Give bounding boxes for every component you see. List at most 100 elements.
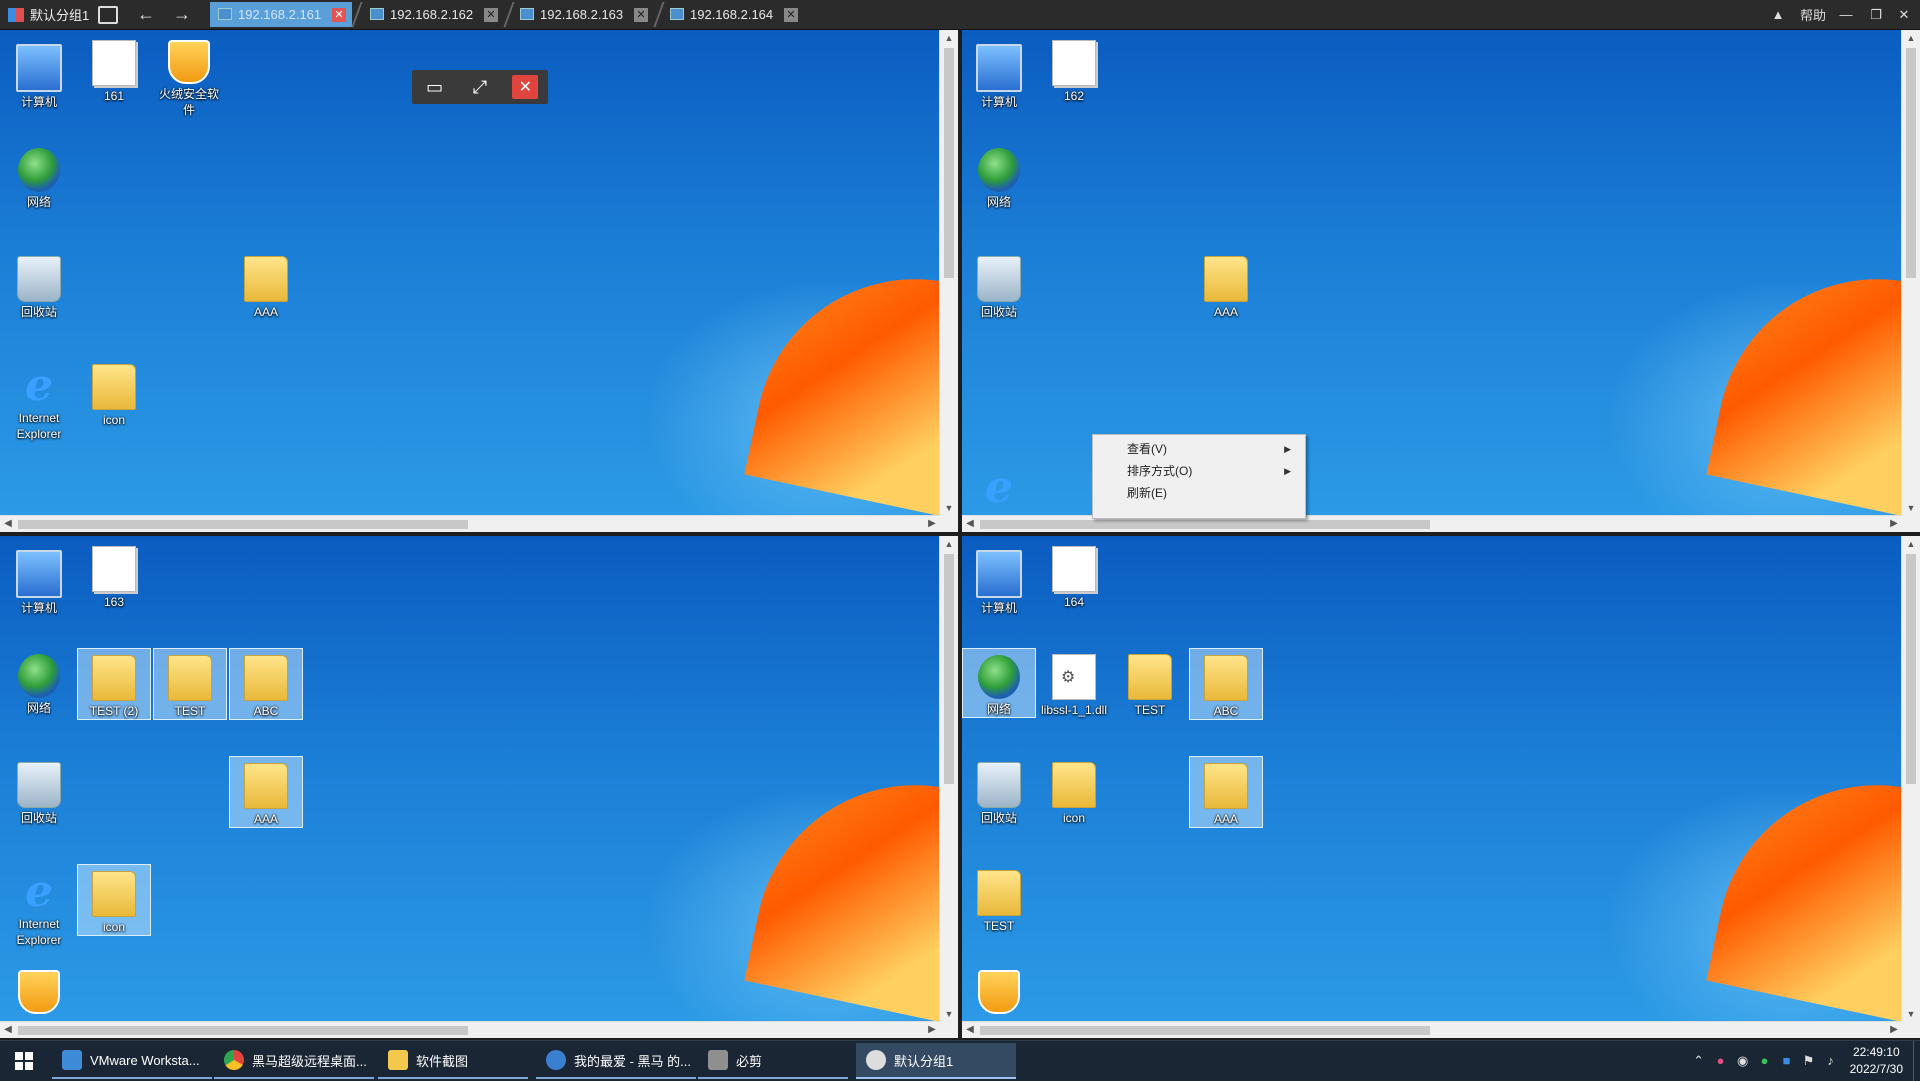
close-tab-icon[interactable]: ✕ — [634, 8, 648, 22]
window-mode-icon[interactable]: ▭ — [422, 75, 448, 99]
wechat-icon[interactable]: ● — [1757, 1053, 1773, 1069]
close-window-icon[interactable]: ✕ — [1890, 0, 1918, 29]
close-tab-icon[interactable]: ✕ — [784, 8, 798, 22]
desktop-icon-ie[interactable]: e Internet Explorer — [2, 358, 76, 442]
desktop-icon-network[interactable]: 网络 — [962, 648, 1036, 718]
menu-item-sort[interactable]: 排序方式(O) ▶ — [1127, 461, 1297, 481]
vertical-scrollbar[interactable]: ▲ ▼ — [939, 30, 958, 516]
desktop-icon-huorong[interactable]: 火绒安全软件 — [152, 34, 226, 118]
desktop-icon-folder-test[interactable]: TEST — [1113, 648, 1187, 718]
scroll-left-icon[interactable]: ◀ — [0, 516, 16, 532]
group-selector[interactable]: 默认分组1 — [8, 0, 89, 29]
desktop-icon-doc[interactable]: 163 — [77, 540, 151, 610]
taskbar-item-bijian[interactable]: 必剪 — [698, 1043, 848, 1079]
tab-192-168-2-163[interactable]: 192.168.2.163 ✕ — [512, 2, 654, 27]
close-tab-icon[interactable]: ✕ — [332, 8, 346, 22]
desktop-icon-computer[interactable]: 计算机 — [962, 540, 1036, 616]
app-tray-icon[interactable]: ■ — [1779, 1053, 1795, 1069]
scroll-up-icon[interactable]: ▲ — [940, 30, 958, 46]
vertical-scrollbar[interactable]: ▲ ▼ — [1901, 536, 1920, 1022]
network-icon[interactable]: ⚑ — [1801, 1053, 1817, 1069]
help-button[interactable]: 帮助 — [1796, 0, 1830, 29]
desktop-icon-computer[interactable]: 计算机 — [2, 34, 76, 110]
desktop-icon-folder-aaa[interactable]: AAA — [229, 250, 303, 320]
remote-desktop-163[interactable]: 计算机 163 网络 TEST (2) TEST ABC 回收站 AAA e In… — [0, 536, 958, 1038]
scroll-right-icon[interactable]: ▶ — [924, 516, 940, 532]
scroll-down-icon[interactable]: ▼ — [1902, 500, 1920, 516]
taskbar-item-chrome[interactable]: 黑马超级远程桌面... — [214, 1043, 374, 1079]
scroll-thumb[interactable] — [1906, 48, 1916, 278]
volume-icon[interactable]: ♪ — [1823, 1053, 1839, 1069]
vertical-scrollbar[interactable]: ▲ ▼ — [939, 536, 958, 1022]
tab-192-168-2-162[interactable]: 192.168.2.162 ✕ — [362, 2, 504, 27]
back-arrow-icon[interactable]: ← — [134, 3, 158, 25]
desktop-icon-doc[interactable]: 161 — [77, 34, 151, 104]
restore-icon[interactable]: ❐ — [1862, 0, 1890, 29]
desktop-icon-doc[interactable]: 162 — [1037, 34, 1111, 104]
remote-app-icon[interactable]: ◉ — [1735, 1053, 1751, 1069]
forward-arrow-icon[interactable]: → — [170, 3, 194, 25]
scroll-down-icon[interactable]: ▼ — [940, 500, 958, 516]
desktop-icon-folder-aaa[interactable]: AAA — [229, 756, 303, 828]
close-tab-icon[interactable]: ✕ — [484, 8, 498, 22]
taskbar-item-screenshots[interactable]: 软件截图 — [378, 1043, 528, 1079]
desktop-icon-ie[interactable]: e Internet Explorer — [2, 864, 76, 948]
scroll-down-icon[interactable]: ▼ — [1902, 1006, 1920, 1022]
desktop-icon-doc[interactable]: 164 — [1037, 540, 1111, 610]
desktop-icon-folder-icon[interactable]: icon — [1037, 756, 1111, 826]
horizontal-scrollbar[interactable]: ◀ ▶ — [0, 515, 940, 532]
scroll-thumb[interactable] — [18, 1026, 468, 1035]
taskbar-item-favorites[interactable]: 我的最爱 - 黑马 的... — [536, 1043, 696, 1079]
remote-desktop-161[interactable]: 计算机 161 火绒安全软件 网络 回收站 AAA e Internet Expl… — [0, 30, 958, 532]
desktop-icon-dll[interactable]: libssl-1_1.dll — [1037, 648, 1111, 718]
scroll-thumb[interactable] — [980, 1026, 1430, 1035]
desktop-icon-network[interactable]: 网络 — [2, 648, 76, 716]
desktop-icon-folder-abc[interactable]: ABC — [1189, 648, 1263, 720]
scroll-left-icon[interactable]: ◀ — [0, 1022, 16, 1038]
minimize-icon[interactable]: — — [1832, 0, 1860, 29]
fullscreen-icon[interactable]: ⤢ — [467, 75, 493, 99]
desktop-icon-folder-test-2[interactable]: TEST (2) — [77, 648, 151, 720]
scroll-left-icon[interactable]: ◀ — [962, 516, 978, 532]
desktop-icon-recycle-bin[interactable]: 回收站 — [2, 756, 76, 826]
scroll-thumb[interactable] — [1906, 554, 1916, 784]
tab-192-168-2-161[interactable]: 192.168.2.161 ✕ — [210, 2, 352, 27]
desktop-icon-ie-partial[interactable]: e — [962, 460, 1036, 512]
scroll-right-icon[interactable]: ▶ — [1886, 1022, 1902, 1038]
desktop-icon-computer[interactable]: 计算机 — [2, 540, 76, 616]
scroll-left-icon[interactable]: ◀ — [962, 1022, 978, 1038]
horizontal-scrollbar[interactable]: ◀ ▶ — [0, 1021, 940, 1038]
taskbar-item-vmware[interactable]: VMware Worksta... — [52, 1043, 212, 1079]
scroll-up-icon[interactable]: ▲ — [940, 536, 958, 552]
desktop-icon-folder-icon[interactable]: icon — [77, 864, 151, 936]
remote-desktop-164[interactable]: 计算机 164 网络 libssl-1_1.dll TEST ABC 回收站 i… — [962, 536, 1920, 1038]
desktop-icon-shield-partial[interactable] — [962, 964, 1036, 1016]
menu-item-view[interactable]: 查看(V) ▶ — [1127, 439, 1297, 459]
scroll-thumb[interactable] — [944, 48, 954, 278]
scroll-up-icon[interactable]: ▲ — [1902, 30, 1920, 46]
vertical-scrollbar[interactable]: ▲ ▼ — [1901, 30, 1920, 516]
show-desktop-button[interactable] — [1913, 1041, 1920, 1081]
tab-192-168-2-164[interactable]: 192.168.2.164 ✕ — [662, 2, 804, 27]
scroll-right-icon[interactable]: ▶ — [924, 1022, 940, 1038]
chevron-up-icon[interactable]: ⌃ — [1691, 1053, 1707, 1069]
desktop-icon-recycle-bin[interactable]: 回收站 — [962, 756, 1036, 826]
taskbar-item-remote-group[interactable]: 默认分组1 — [856, 1043, 1016, 1079]
window-mode-icon[interactable] — [98, 6, 118, 24]
desktop-icon-network[interactable]: 网络 — [2, 142, 76, 210]
desktop-icon-recycle-bin[interactable]: 回收站 — [2, 250, 76, 320]
desktop-icon-network[interactable]: 网络 — [962, 142, 1036, 210]
desktop-icon-folder-abc[interactable]: ABC — [229, 648, 303, 720]
desktop-icon-folder-icon[interactable]: icon — [77, 358, 151, 428]
desktop-icon-folder-test-2[interactable]: TEST — [962, 864, 1036, 934]
desktop-icon-folder-aaa[interactable]: AAA — [1189, 756, 1263, 828]
desktop-icon-computer[interactable]: 计算机 — [962, 34, 1036, 110]
desktop-icon-shield-partial[interactable] — [2, 964, 76, 1016]
scroll-thumb[interactable] — [944, 554, 954, 784]
menu-item-refresh[interactable]: 刷新(E) — [1127, 483, 1297, 503]
record-icon[interactable]: ● — [1713, 1053, 1729, 1069]
desktop-icon-recycle-bin[interactable]: 回收站 — [962, 250, 1036, 320]
scroll-thumb[interactable] — [980, 520, 1430, 529]
account-icon[interactable]: ▲ — [1766, 0, 1790, 29]
disconnect-icon[interactable]: ✕ — [512, 75, 539, 99]
